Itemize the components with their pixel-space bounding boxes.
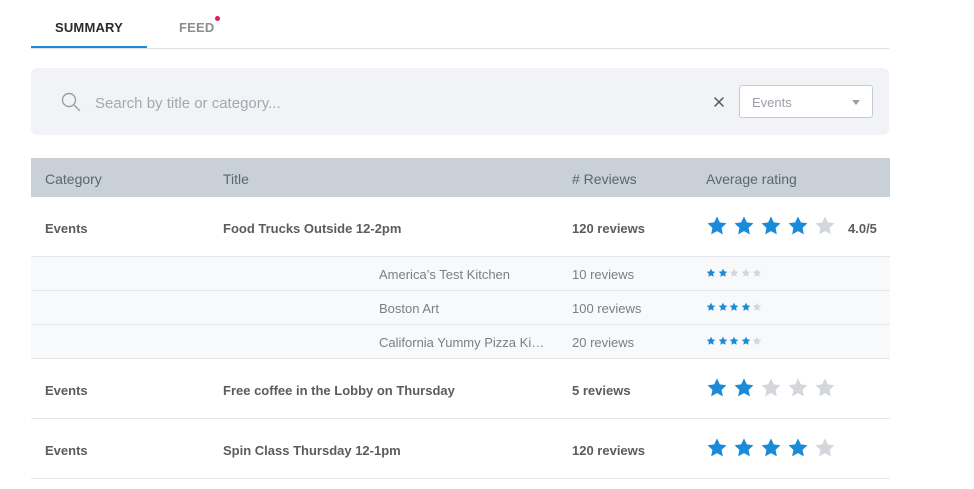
category-select-value: Events: [752, 95, 792, 110]
star-rating: [706, 268, 764, 278]
star-empty-icon: [752, 336, 762, 346]
table-subrow[interactable]: California Yummy Pizza Ki… 20 reviews: [31, 325, 890, 359]
tab-bar: SUMMARY FEED: [31, 0, 889, 49]
category-select[interactable]: Events: [739, 85, 873, 118]
star-filled-icon: [787, 437, 809, 459]
star-filled-icon: [733, 215, 755, 237]
star-filled-icon: [729, 336, 739, 346]
star-empty-icon: [814, 437, 836, 459]
table-row[interactable]: Events Spin Class Thursday 12-1pm 120 re…: [31, 419, 890, 479]
row-reviews: 5 reviews: [572, 383, 631, 398]
row-reviews: 120 reviews: [572, 221, 646, 236]
search-input[interactable]: [93, 90, 617, 116]
star-empty-icon: [760, 377, 782, 399]
header-rating: Average rating: [706, 171, 797, 187]
star-filled-icon: [733, 377, 755, 399]
star-empty-icon: [752, 302, 762, 312]
star-empty-icon: [741, 268, 751, 278]
star-rating: [706, 336, 764, 346]
chevron-down-icon: [852, 100, 860, 105]
star-filled-icon: [787, 215, 809, 237]
table-subrow[interactable]: America’s Test Kitchen 10 reviews: [31, 257, 890, 291]
star-filled-icon: [733, 437, 755, 459]
table-subrow[interactable]: Boston Art 100 reviews: [31, 291, 890, 325]
row-category: Events: [45, 443, 88, 458]
star-empty-icon: [787, 377, 809, 399]
star-rating: [706, 302, 764, 312]
star-empty-icon: [814, 215, 836, 237]
row-title: Free coffee in the Lobby on Thursday: [223, 383, 455, 398]
star-empty-icon: [814, 377, 836, 399]
reviews-table: Category Title # Reviews Average rating …: [31, 158, 890, 479]
star-rating: [706, 215, 841, 237]
tab-summary[interactable]: SUMMARY: [31, 20, 147, 48]
header-category: Category: [45, 171, 102, 187]
star-filled-icon: [718, 268, 728, 278]
star-filled-icon: [718, 302, 728, 312]
star-rating: [706, 377, 841, 399]
close-icon[interactable]: [711, 94, 727, 110]
table-row[interactable]: Events Food Trucks Outside 12-2pm 120 re…: [31, 197, 890, 257]
row-title: America’s Test Kitchen: [379, 267, 511, 282]
star-rating: [706, 437, 841, 459]
header-reviews: # Reviews: [572, 171, 637, 187]
star-filled-icon: [706, 215, 728, 237]
tab-feed-label: FEED: [179, 20, 215, 35]
star-filled-icon: [706, 302, 716, 312]
search-icon: [61, 92, 81, 112]
star-filled-icon: [718, 336, 728, 346]
star-filled-icon: [706, 437, 728, 459]
row-title: Spin Class Thursday 12-1pm: [223, 443, 401, 458]
row-title: Food Trucks Outside 12-2pm: [223, 221, 402, 236]
star-empty-icon: [752, 268, 762, 278]
row-reviews: 120 reviews: [572, 443, 646, 458]
row-reviews: 100 reviews: [572, 301, 642, 316]
star-filled-icon: [760, 215, 782, 237]
table-row[interactable]: Events Free coffee in the Lobby on Thurs…: [31, 359, 890, 419]
row-title: Boston Art: [379, 301, 439, 316]
row-reviews: 20 reviews: [572, 335, 635, 350]
search-bar: Events: [31, 68, 889, 135]
header-title: Title: [223, 171, 249, 187]
rating-value: 4.0/5: [848, 221, 877, 236]
row-category: Events: [45, 221, 88, 236]
star-filled-icon: [706, 336, 716, 346]
star-filled-icon: [741, 336, 751, 346]
table-header: Category Title # Reviews Average rating: [31, 158, 890, 197]
row-category: Events: [45, 383, 88, 398]
notification-dot: [215, 16, 221, 21]
tab-feed[interactable]: FEED: [179, 16, 221, 35]
star-filled-icon: [729, 302, 739, 312]
star-filled-icon: [741, 302, 751, 312]
row-reviews: 10 reviews: [572, 267, 635, 282]
star-filled-icon: [760, 437, 782, 459]
star-filled-icon: [706, 268, 716, 278]
row-title: California Yummy Pizza Ki…: [379, 335, 545, 350]
star-empty-icon: [729, 268, 739, 278]
star-filled-icon: [706, 377, 728, 399]
